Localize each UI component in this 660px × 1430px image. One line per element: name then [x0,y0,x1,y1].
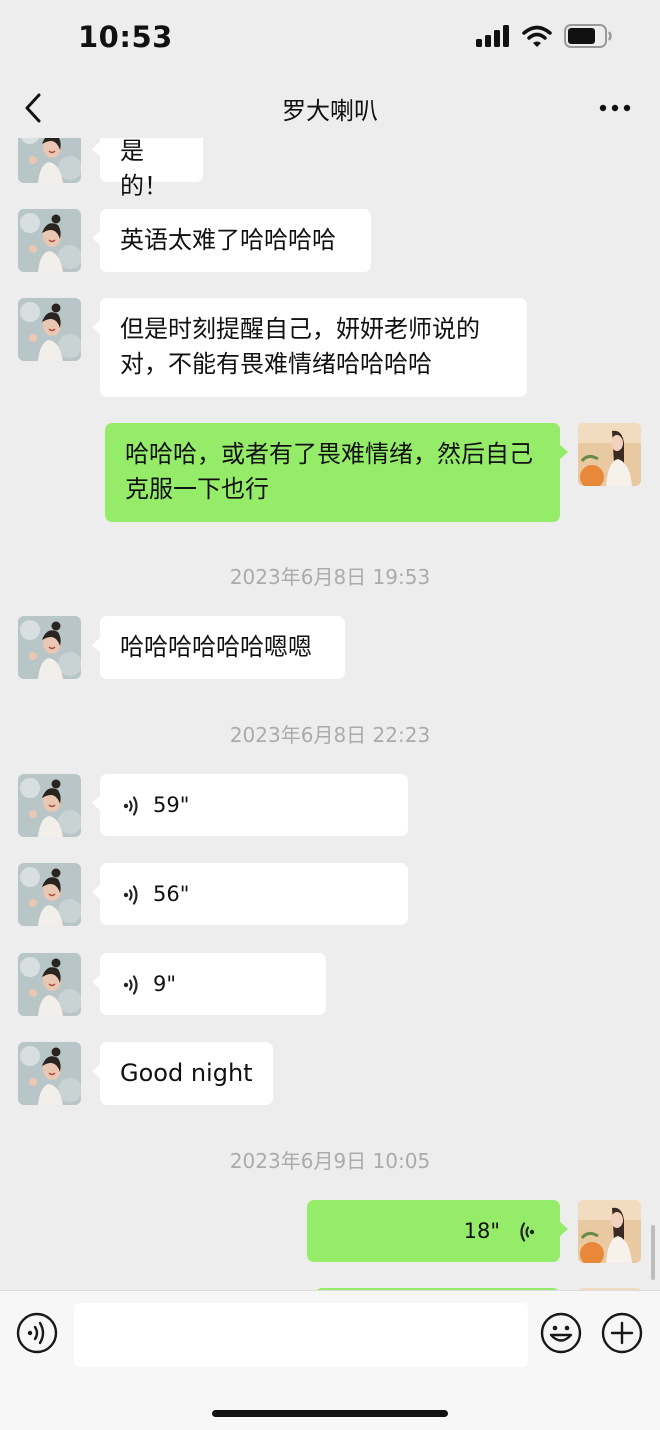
emoji-icon[interactable] [540,1312,582,1354]
message-bubble-incoming[interactable]: 哈哈哈哈哈哈嗯嗯 [92,616,345,679]
message-input[interactable] [74,1303,528,1367]
chat-scrollbar[interactable] [651,1225,655,1280]
chat-header: 罗大喇叭 [0,80,660,138]
contact-avatar[interactable] [18,953,81,1016]
message-bubble-incoming[interactable]: 是的！ [92,138,203,200]
message-timestamp: 2023年6月8日 22:23 [229,723,431,747]
contact-avatar[interactable] [18,1042,81,1105]
message-timestamp: 2023年6月8日 19:53 [229,565,431,589]
message-bubble-incoming[interactable]: 但是时刻提醒自己，妍妍老师说的对，不能有畏难情绪哈哈哈哈 [92,298,527,397]
voice-toggle-icon[interactable] [16,1312,58,1354]
message-text: 哈哈哈哈哈哈嗯嗯 [120,633,312,661]
voice-duration: 56" [153,882,190,906]
voice-duration: 59" [153,793,190,817]
chat-title: 罗大喇叭 [282,97,378,125]
status-time: 10:53 [78,20,173,54]
message-input-bar [0,1290,660,1430]
message-text: 是的！ [120,138,168,200]
my-avatar[interactable] [578,423,641,486]
voice-duration: 18" [463,1219,500,1243]
contact-avatar[interactable] [18,209,81,272]
voice-message-incoming[interactable]: 59" [92,774,408,836]
voice-message-incoming[interactable]: 56" [92,863,408,925]
voice-wave-icon [520,1222,536,1242]
chat-history[interactable]: 是的！ 英语太难了哈哈哈哈 但是时刻提醒自己，妍妍老师说的对，不能有畏难情绪哈哈… [0,138,660,1290]
voice-message-incoming[interactable]: 9" [92,953,326,1015]
message-bubble-outgoing[interactable]: 哈哈哈，或者有了畏难情绪，然后自己克服一下也行 [105,423,568,522]
battery-icon [564,24,612,48]
contact-avatar[interactable] [18,616,81,679]
message-text: 但是时刻提醒自己，妍妍老师说的对，不能有畏难情绪哈哈哈哈 [120,315,480,378]
message-text: 英语太难了哈哈哈哈 [120,226,336,254]
message-bubble-incoming[interactable]: 英语太难了哈哈哈哈 [92,209,371,272]
message-bubble-incoming[interactable]: Good night [92,1042,273,1105]
voice-duration: 9" [153,972,177,996]
home-indicator [212,1410,448,1417]
signal-icon [476,25,509,47]
contact-avatar[interactable] [18,298,81,361]
voice-wave-icon [122,796,138,816]
message-text: Good night [120,1059,253,1087]
message-timestamp: 2023年6月9日 10:05 [229,1149,431,1173]
voice-wave-icon [122,975,138,995]
status-bar: 10:53 [0,0,660,80]
my-avatar[interactable] [578,1200,641,1263]
more-dots-icon[interactable] [598,95,632,121]
message-text: 哈哈哈，或者有了畏难情绪，然后自己克服一下也行 [125,440,533,503]
voice-message-outgoing[interactable]: 18" [307,1200,568,1262]
contact-avatar[interactable] [18,774,81,837]
contact-avatar[interactable] [18,138,81,183]
plus-icon[interactable] [601,1312,643,1354]
voice-wave-icon [122,885,138,905]
status-icons [476,24,612,48]
contact-avatar[interactable] [18,863,81,926]
wifi-icon [522,25,552,47]
